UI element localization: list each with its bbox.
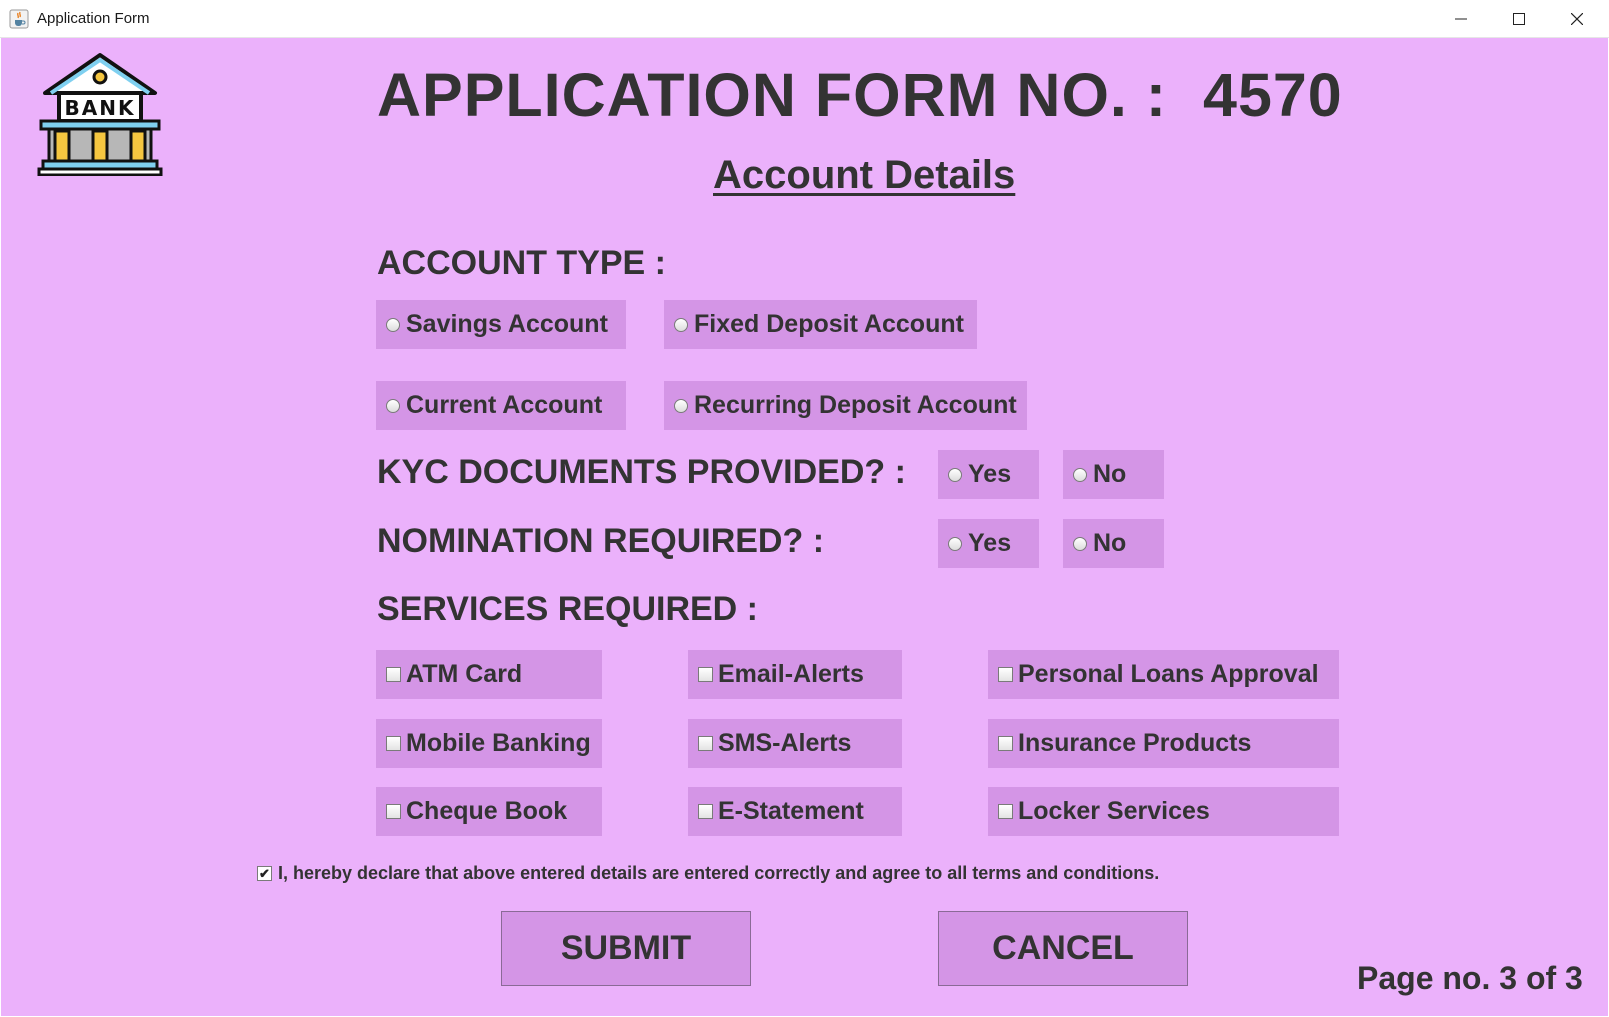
minimize-icon (1455, 18, 1467, 20)
checkbox-sms-alerts[interactable]: SMS-Alerts (688, 719, 902, 768)
declaration-checkbox[interactable]: ✔ I, hereby declare that above entered d… (257, 863, 1159, 884)
checkbox-personal-loans-approval[interactable]: Personal Loans Approval (988, 650, 1339, 699)
checkbox-atm-card[interactable]: ATM Card (376, 650, 602, 699)
radio-kyc-no[interactable]: No (1063, 450, 1164, 499)
option-label: Savings Account (406, 310, 608, 338)
radio-circle-icon (948, 536, 962, 551)
checkbox-icon (698, 736, 713, 751)
radio-circle-icon (674, 398, 688, 413)
checkbox-icon (698, 667, 713, 682)
declaration-text: I, hereby declare that above entered det… (278, 863, 1160, 883)
option-label: Locker Services (1018, 797, 1210, 825)
radio-nomination-yes[interactable]: Yes (938, 519, 1039, 568)
bank-building-icon: BANK (37, 49, 163, 177)
option-label: Yes (968, 529, 1012, 557)
checkbox-icon (386, 667, 401, 682)
option-label: Cheque Book (406, 797, 568, 825)
window-title-bar: Application Form (0, 0, 1609, 38)
option-label: Insurance Products (1018, 729, 1252, 757)
form-panel: BANK APPLICATION FORM NO. : 4570 Account… (1, 38, 1608, 1016)
radio-circle-icon (674, 317, 688, 332)
services-heading: SERVICES REQUIRED : (377, 590, 759, 628)
option-label: E-Statement (718, 797, 864, 825)
form-number-title: APPLICATION FORM NO. : 4570 (377, 60, 1343, 130)
section-title: Account Details (713, 153, 1016, 197)
checkbox-icon (998, 736, 1013, 751)
radio-recurring-deposit-account[interactable]: Recurring Deposit Account (664, 381, 1027, 430)
checkbox-insurance-products[interactable]: Insurance Products (988, 719, 1339, 768)
checkbox-cheque-book[interactable]: Cheque Book (376, 787, 602, 836)
submit-button[interactable]: SUBMIT (501, 911, 751, 986)
radio-circle-icon (1073, 467, 1087, 482)
radio-fixed-deposit-account[interactable]: Fixed Deposit Account (664, 300, 977, 349)
option-label: No (1093, 529, 1127, 557)
checkbox-locker-services[interactable]: Locker Services (988, 787, 1339, 836)
kyc-heading: KYC DOCUMENTS PROVIDED? : (377, 453, 906, 491)
account-type-heading: ACCOUNT TYPE : (377, 244, 666, 282)
option-label: No (1093, 460, 1127, 488)
window-title: Application Form (37, 10, 150, 27)
page-number: Page no. 3 of 3 (1357, 960, 1583, 996)
radio-nomination-no[interactable]: No (1063, 519, 1164, 568)
checkbox-mobile-banking[interactable]: Mobile Banking (376, 719, 602, 768)
radio-circle-icon (1073, 536, 1087, 551)
checkbox-icon (386, 804, 401, 819)
checkbox-icon (698, 804, 713, 819)
radio-kyc-yes[interactable]: Yes (938, 450, 1039, 499)
checkbox-icon (386, 736, 401, 751)
option-label: SMS-Alerts (718, 729, 852, 757)
checkbox-checked-icon: ✔ (257, 866, 272, 881)
nomination-heading: NOMINATION REQUIRED? : (377, 522, 825, 560)
option-label: Yes (968, 460, 1012, 488)
checkbox-e-statement[interactable]: E-Statement (688, 787, 902, 836)
checkbox-email-alerts[interactable]: Email-Alerts (688, 650, 902, 699)
form-number: 4570 (1203, 61, 1343, 129)
checkbox-icon (998, 804, 1013, 819)
radio-circle-icon (948, 467, 962, 482)
option-label: Recurring Deposit Account (694, 391, 1017, 419)
option-label: ATM Card (406, 660, 523, 688)
option-label: Personal Loans Approval (1018, 660, 1319, 688)
radio-circle-icon (386, 317, 400, 332)
form-title-prefix: APPLICATION FORM NO. : (377, 61, 1168, 129)
maximize-button[interactable] (1490, 0, 1548, 38)
close-icon (1571, 13, 1583, 25)
option-label: Mobile Banking (406, 729, 591, 757)
option-label: Email-Alerts (718, 660, 864, 688)
option-label: Fixed Deposit Account (694, 310, 964, 338)
minimize-button[interactable] (1432, 0, 1490, 38)
close-button[interactable] (1548, 0, 1606, 38)
checkbox-icon (998, 667, 1013, 682)
svg-text:BANK: BANK (65, 96, 136, 120)
maximize-icon (1513, 13, 1525, 25)
radio-circle-icon (386, 398, 400, 413)
java-cup-icon (9, 9, 29, 29)
cancel-button[interactable]: CANCEL (938, 911, 1188, 986)
radio-savings-account[interactable]: Savings Account (376, 300, 626, 349)
radio-current-account[interactable]: Current Account (376, 381, 626, 430)
option-label: Current Account (406, 391, 603, 419)
